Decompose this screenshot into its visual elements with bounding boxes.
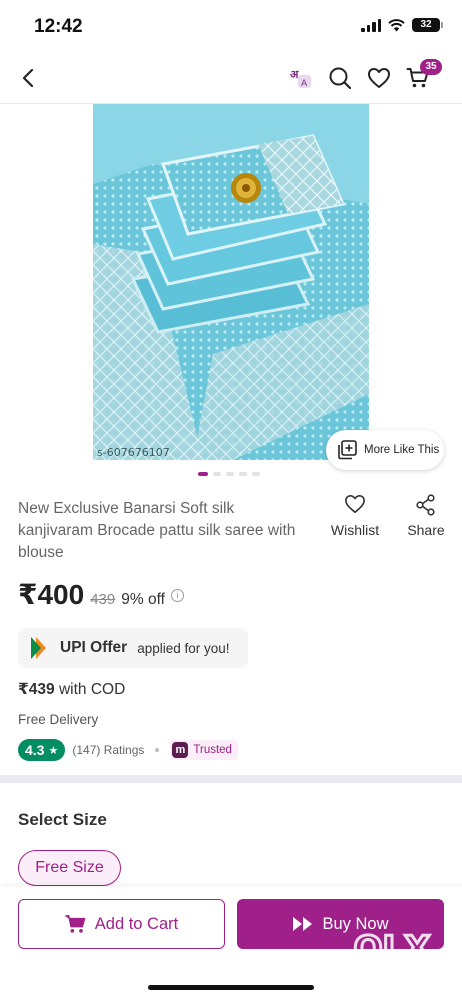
carousel-dot[interactable]	[226, 472, 234, 476]
app-header: अ A 35	[0, 52, 462, 104]
search-button[interactable]	[326, 64, 354, 92]
heart-icon	[368, 68, 390, 88]
fast-forward-icon	[293, 917, 313, 931]
signal-icon	[361, 18, 381, 32]
upi-offer-subtitle: applied for you!	[137, 640, 230, 656]
image-code: s-607676107	[97, 446, 170, 459]
product-title: New Exclusive Banarsi Soft silk kanjivar…	[18, 500, 296, 561]
svg-text:अ: अ	[290, 68, 299, 81]
separator-dot	[155, 748, 160, 752]
trusted-badge: m Trusted	[170, 740, 238, 760]
svg-text:OLX: OLX	[354, 929, 431, 968]
language-icon: अ A	[290, 68, 311, 89]
product-image[interactable]: s-607676107	[93, 104, 369, 460]
svg-text:A: A	[301, 79, 308, 89]
status-bar: 12:42 32	[0, 0, 462, 52]
rating-row: 4.3 ★ (147) Ratings m Trusted	[18, 739, 238, 761]
carousel-dot[interactable]	[252, 472, 260, 476]
back-arrow-icon	[22, 68, 34, 88]
more-like-this-label: More Like This	[364, 444, 440, 456]
back-button[interactable]	[14, 64, 42, 92]
cart-button[interactable]: 35	[404, 59, 442, 92]
cart-icon	[65, 915, 86, 933]
size-option-free-size[interactable]: Free Size	[18, 850, 121, 886]
rating-value: 4.3	[25, 742, 45, 758]
section-divider	[0, 775, 462, 783]
star-icon: ★	[48, 744, 59, 757]
info-icon[interactable]: i	[170, 589, 184, 602]
carousel-dots	[198, 472, 260, 476]
add-to-cart-button[interactable]: Add to Cart	[18, 899, 225, 949]
more-like-this-button[interactable]: More Like This	[326, 430, 444, 470]
status-icons: 32	[361, 18, 443, 32]
cod-label: with COD	[58, 681, 126, 698]
cart-count-badge: 35	[420, 59, 442, 75]
upi-offer-banner: UPI Offer applied for you!	[18, 628, 248, 668]
original-price: 439	[90, 591, 116, 608]
similar-items-icon	[338, 440, 357, 460]
add-to-cart-label: Add to Cart	[94, 914, 179, 933]
carousel-dot[interactable]	[198, 472, 208, 476]
upi-logo-icon	[31, 637, 46, 659]
carousel-dot[interactable]	[213, 472, 221, 476]
upi-offer-title: UPI Offer	[60, 639, 128, 656]
price-row: ₹400 439 9% off i	[18, 578, 184, 611]
cod-price-row: ₹439 with COD	[18, 680, 125, 699]
heart-outline-icon	[345, 495, 365, 513]
cod-price: ₹439	[18, 681, 55, 698]
carousel-dot[interactable]	[239, 472, 247, 476]
share-label: Share	[407, 522, 445, 538]
selling-price: ₹400	[18, 579, 85, 610]
home-indicator	[148, 985, 314, 990]
language-button[interactable]: अ A	[286, 64, 314, 92]
select-size-heading: Select Size	[18, 810, 107, 829]
rating-badge[interactable]: 4.3 ★	[18, 739, 66, 761]
wifi-icon	[388, 18, 405, 31]
share-icon	[416, 494, 435, 516]
wishlist-label: Wishlist	[330, 522, 380, 538]
share-button[interactable]: Share	[402, 494, 450, 538]
battery-icon: 32	[412, 18, 443, 32]
discount-label: 9% off	[121, 591, 165, 608]
ratings-count[interactable]: (147) Ratings	[72, 743, 144, 757]
saree-photo: s-607676107	[93, 104, 369, 460]
wishlist-button[interactable]: Wishlist	[328, 494, 382, 538]
trusted-label: Trusted	[193, 744, 232, 756]
free-delivery-label: Free Delivery	[18, 712, 99, 727]
olx-watermark: OLX	[352, 928, 432, 968]
meesho-logo-icon: m	[172, 742, 189, 758]
search-icon	[329, 67, 352, 90]
wishlist-header-button[interactable]	[365, 64, 393, 92]
status-time: 12:42	[34, 16, 83, 37]
